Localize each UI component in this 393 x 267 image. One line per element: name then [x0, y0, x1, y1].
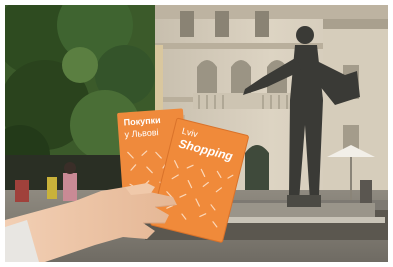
street-photo: Покупки у Львові Lviv Shopping [5, 5, 388, 262]
photo-frame: Покупки у Львові Lviv Shopping [5, 5, 388, 262]
